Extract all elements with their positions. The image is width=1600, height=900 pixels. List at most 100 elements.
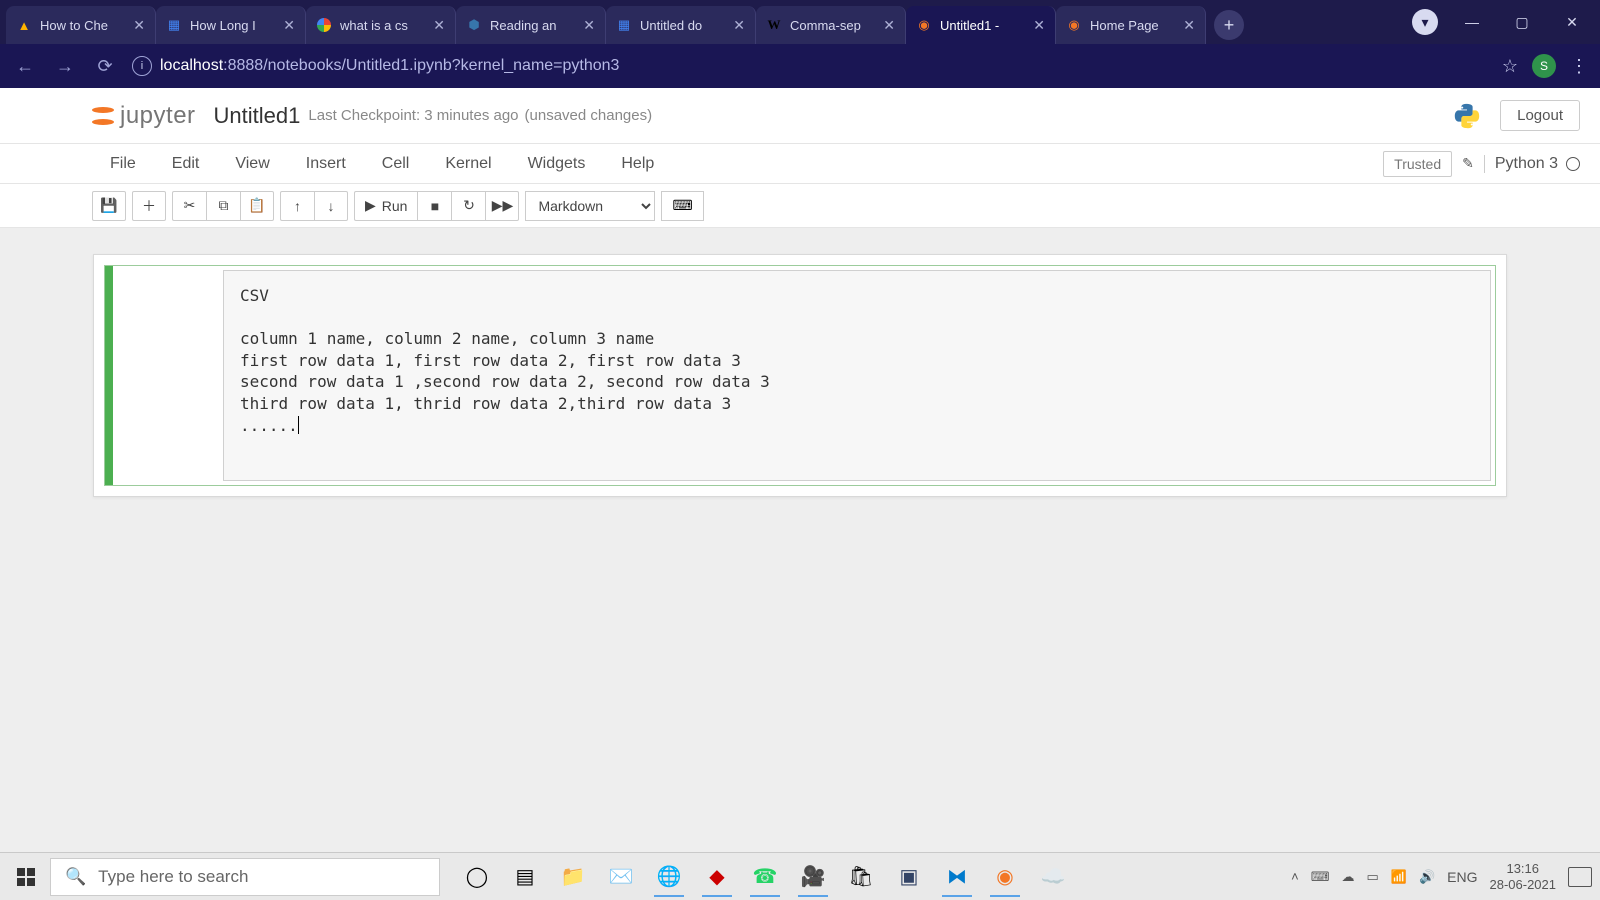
cell-type-select[interactable]: Markdown (525, 191, 655, 221)
browser-menu-icon[interactable]: ⋮ (1570, 56, 1588, 77)
clock-time: 13:16 (1490, 861, 1557, 877)
notifications-icon[interactable] (1568, 867, 1592, 887)
site-info-icon[interactable]: i (132, 56, 152, 76)
tab-strip: ▲ How to Che ✕ ▦ How Long I ✕ what is a … (0, 0, 1412, 44)
clock[interactable]: 13:16 28-06-2021 (1490, 861, 1557, 892)
markdown-cell[interactable]: CSV column 1 name, column 2 name, column… (104, 265, 1496, 486)
jupyter-logo[interactable]: jupyter (92, 102, 196, 130)
weather-icon[interactable]: ☁️ (1032, 857, 1074, 897)
tab-python[interactable]: ⬢ Reading an ✕ (456, 6, 606, 44)
close-icon[interactable]: ✕ (1033, 17, 1045, 34)
battery-icon[interactable]: ▭ (1366, 869, 1378, 885)
wifi-icon[interactable]: 📶 (1391, 869, 1407, 885)
kernel-status-icon (1566, 157, 1580, 171)
notebook-area: CSV column 1 name, column 2 name, column… (0, 228, 1600, 523)
tab-wikipedia[interactable]: W Comma-sep ✕ (756, 6, 906, 44)
anaconda-icon[interactable]: ◉ (984, 857, 1026, 897)
onedrive-icon[interactable]: ☁ (1341, 869, 1354, 885)
maximize-button[interactable]: ▢ (1506, 14, 1538, 31)
app-icon[interactable]: ▣ (888, 857, 930, 897)
whatsapp-icon[interactable]: ☎ (744, 857, 786, 897)
volume-icon[interactable]: 🔊 (1419, 869, 1435, 885)
menu-kernel[interactable]: Kernel (427, 155, 509, 173)
menu-edit[interactable]: Edit (154, 155, 218, 173)
ms-store-icon[interactable]: 🛍 (840, 857, 882, 897)
extension-icon[interactable]: ▾ (1412, 9, 1438, 35)
command-palette-button[interactable]: ⌨ (661, 191, 703, 221)
notebook-title[interactable]: Untitled1 (214, 103, 301, 129)
save-button[interactable]: 💾 (92, 191, 126, 221)
language-indicator[interactable]: ENG (1447, 869, 1477, 885)
menu-widgets[interactable]: Widgets (510, 155, 604, 173)
close-icon[interactable]: ✕ (283, 17, 295, 34)
chrome-icon[interactable]: 🌐 (648, 857, 690, 897)
edit-notebook-icon[interactable]: ✎ (1462, 155, 1474, 172)
tab-jupyter-home[interactable]: ◉ Home Page ✕ (1056, 6, 1206, 44)
windows-icon (17, 868, 35, 886)
move-up-button[interactable]: ↑ (280, 191, 314, 221)
tab-title: what is a cs (340, 18, 425, 33)
address-field[interactable]: i localhost:8888/notebooks/Untitled1.ipy… (132, 56, 1488, 76)
close-icon[interactable]: ✕ (433, 17, 445, 34)
bookmark-icon[interactable]: ☆ (1502, 56, 1518, 77)
close-icon[interactable]: ✕ (733, 17, 745, 34)
python-kernel-icon (1452, 101, 1482, 131)
mail-icon[interactable]: ✉️ (600, 857, 642, 897)
interrupt-button[interactable]: ■ (417, 191, 451, 221)
tab-drive[interactable]: ▲ How to Che ✕ (6, 6, 156, 44)
tab-title: Comma-sep (790, 18, 875, 33)
tab-jupyter-notebook[interactable]: ◉ Untitled1 - ✕ (906, 6, 1056, 44)
kernel-name: Python 3 (1495, 155, 1558, 173)
new-tab-button[interactable]: + (1214, 10, 1244, 40)
keyboard-icon[interactable]: ⌨ (1311, 869, 1330, 885)
prompt-area (113, 266, 223, 485)
back-button[interactable]: ← (12, 53, 38, 79)
vscode-icon[interactable]: ⧓ (936, 857, 978, 897)
jupyter-page: jupyter Untitled1 Last Checkpoint: 3 min… (0, 88, 1600, 523)
menu-cell[interactable]: Cell (364, 155, 428, 173)
zoom-icon[interactable]: 🎥 (792, 857, 834, 897)
kernel-indicator[interactable]: Python 3 (1484, 155, 1580, 173)
minimize-button[interactable]: — (1456, 14, 1488, 30)
menu-help[interactable]: Help (603, 155, 672, 173)
wikipedia-icon: W (766, 17, 782, 33)
reload-button[interactable]: ⟳ (92, 53, 118, 79)
close-icon[interactable]: ✕ (133, 17, 145, 34)
taskbar: 🔍 Type here to search ◯ ▤ 📁 ✉️ 🌐 ◆ ☎ 🎥 🛍… (0, 852, 1600, 900)
task-view-icon[interactable]: ▤ (504, 857, 546, 897)
cut-button[interactable]: ✂ (172, 191, 206, 221)
trusted-indicator[interactable]: Trusted (1383, 151, 1452, 177)
tab-docs-2[interactable]: ▦ Untitled do ✕ (606, 6, 756, 44)
profile-badge[interactable]: S (1532, 54, 1556, 78)
google-icon (316, 17, 332, 33)
file-explorer-icon[interactable]: 📁 (552, 857, 594, 897)
menu-view[interactable]: View (217, 155, 287, 173)
close-icon[interactable]: ✕ (583, 17, 595, 34)
toolbar: 💾 ＋ ✂ ⧉ 📋 ↑ ↓ ▶ Run ■ ↻ ▶▶ Markdown ⌨ (0, 184, 1600, 228)
restart-run-all-button[interactable]: ▶▶ (485, 191, 519, 221)
cortana-icon[interactable]: ◯ (456, 857, 498, 897)
acrobat-icon[interactable]: ◆ (696, 857, 738, 897)
url-port: :8888 (223, 57, 263, 74)
close-icon[interactable]: ✕ (883, 17, 895, 34)
tab-docs-1[interactable]: ▦ How Long I ✕ (156, 6, 306, 44)
cell-editor[interactable]: CSV column 1 name, column 2 name, column… (223, 270, 1491, 481)
tab-google[interactable]: what is a cs ✕ (306, 6, 456, 44)
close-icon[interactable]: ✕ (1183, 17, 1195, 34)
tray-overflow-icon[interactable]: ˄ (1291, 869, 1299, 884)
copy-button[interactable]: ⧉ (206, 191, 240, 221)
insert-cell-button[interactable]: ＋ (132, 191, 166, 221)
logout-button[interactable]: Logout (1500, 100, 1580, 131)
taskbar-search[interactable]: 🔍 Type here to search (50, 858, 440, 896)
jupyter-brand: jupyter (120, 102, 196, 130)
forward-button[interactable]: → (52, 53, 78, 79)
restart-button[interactable]: ↻ (451, 191, 485, 221)
move-down-button[interactable]: ↓ (314, 191, 348, 221)
paste-button[interactable]: 📋 (240, 191, 274, 221)
menu-insert[interactable]: Insert (288, 155, 364, 173)
tab-title: How to Che (40, 18, 125, 33)
run-button[interactable]: ▶ Run (354, 191, 417, 221)
close-window-button[interactable]: ✕ (1556, 14, 1588, 31)
start-button[interactable] (8, 859, 44, 895)
menu-file[interactable]: File (92, 155, 154, 173)
